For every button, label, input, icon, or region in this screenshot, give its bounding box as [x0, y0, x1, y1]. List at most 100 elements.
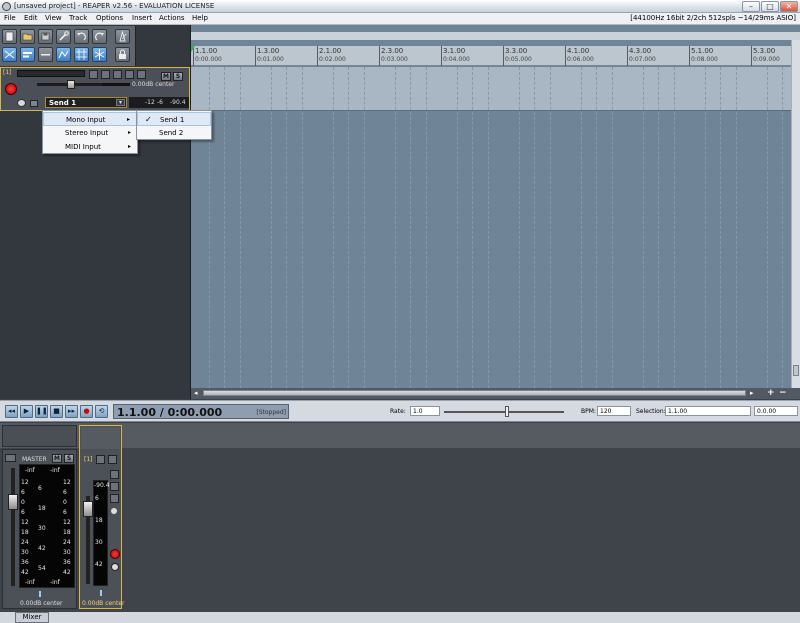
meter-mark-6: -6: [157, 99, 163, 106]
scroll-left-icon[interactable]: ◂: [194, 389, 198, 397]
menu-actions[interactable]: Actions: [159, 14, 185, 22]
track-volume-knob[interactable]: [67, 80, 75, 89]
menu-item-stereo-input[interactable]: Stereo Input ▸: [43, 126, 137, 140]
forward-button[interactable]: ▸▸: [65, 405, 78, 418]
play-button[interactable]: ▶: [20, 405, 33, 418]
track-fx-area[interactable]: [81, 427, 120, 449]
minimize-button[interactable]: –: [742, 1, 760, 12]
master-io-icon[interactable]: [5, 454, 16, 462]
track-pan-slider[interactable]: [102, 83, 130, 86]
track-name-field[interactable]: [17, 70, 85, 77]
mixer-track-fx-icon[interactable]: [110, 470, 119, 479]
mixer-monitor-icon[interactable]: [111, 563, 119, 571]
folder-icon[interactable]: [89, 70, 98, 79]
close-button[interactable]: ✕: [780, 1, 798, 12]
vertical-scrollbar[interactable]: [791, 40, 800, 388]
track-solo-button[interactable]: S: [173, 72, 183, 81]
mixer-track-pan-indicator[interactable]: [100, 590, 102, 596]
menu-view[interactable]: View: [45, 14, 62, 22]
master-mute-button[interactable]: M: [52, 454, 62, 463]
menu-item-send-2[interactable]: Send 2: [137, 126, 211, 140]
grid-line: [270, 67, 272, 388]
input-settings-icon[interactable]: [30, 100, 38, 107]
phase-icon[interactable]: [101, 70, 110, 79]
reaper-app-icon[interactable]: [2, 2, 11, 11]
menu-file[interactable]: File: [4, 14, 16, 22]
settings-wrench-icon[interactable]: [56, 29, 71, 44]
master-pan-indicator[interactable]: [39, 591, 41, 597]
save-project-icon[interactable]: [38, 29, 53, 44]
track-lane[interactable]: [191, 67, 791, 111]
menu-item-mono-input[interactable]: Mono Input ▸: [43, 112, 137, 126]
undo-icon[interactable]: [74, 29, 89, 44]
input-type-menu: Mono Input ▸ Stereo Input ▸ MIDI Input ▸: [42, 110, 138, 154]
ripple-edit-icon[interactable]: [20, 47, 35, 62]
menu-help[interactable]: Help: [192, 14, 208, 22]
horizontal-scroll-thumb[interactable]: [203, 390, 746, 396]
envelope-edit-icon[interactable]: [38, 47, 53, 62]
mixer-track-mute-button[interactable]: [96, 455, 105, 464]
track-mute-button[interactable]: M: [161, 72, 171, 81]
selection-label: Selection:: [636, 408, 666, 415]
ruler-bar-label: 2.3.00: [381, 47, 404, 55]
mixer-record-arm-button[interactable]: [110, 549, 120, 559]
maximize-button[interactable]: □: [761, 1, 779, 12]
redo-icon[interactable]: [92, 29, 107, 44]
monitor-icon[interactable]: [17, 99, 26, 107]
record-arm-button[interactable]: [5, 83, 17, 95]
master-solo-button[interactable]: S: [64, 454, 74, 463]
ruler-bar-label: 1.3.00: [257, 47, 280, 55]
envelope-icon[interactable]: [137, 70, 146, 79]
envelope-lock-icon[interactable]: [56, 47, 71, 62]
mixer-track-phase-icon[interactable]: [110, 482, 119, 491]
metronome-icon[interactable]: [115, 29, 130, 44]
menu-edit[interactable]: Edit: [24, 14, 38, 22]
rate-slider[interactable]: [444, 411, 564, 413]
repeat-button[interactable]: ⟲: [95, 405, 108, 418]
selection-start-field[interactable]: 1.1.00: [665, 406, 751, 416]
menu-insert[interactable]: Insert: [132, 14, 152, 22]
record-input-dropdown[interactable]: Send 1 ▾: [45, 97, 127, 108]
master-fader-track[interactable]: [11, 468, 15, 586]
rewind-button[interactable]: ◂◂: [5, 405, 18, 418]
track-header[interactable]: [1] M S 0.00dB center Send 1 ▾ -12 -6 -9…: [0, 67, 190, 111]
zoom-out-icon[interactable]: −: [779, 388, 787, 398]
mixer-track-io-icon[interactable]: [110, 494, 119, 503]
master-fader-knob[interactable]: [8, 494, 18, 510]
master-scale-mid-tick: 18: [38, 505, 46, 512]
snap-toggle-icon[interactable]: [92, 47, 107, 62]
vertical-scroll-thumb[interactable]: [793, 365, 799, 376]
audio-device-status[interactable]: [44100Hz 16bit 2/2ch 512spls ~14/29ms AS…: [630, 14, 796, 22]
menu-track[interactable]: Track: [69, 14, 87, 22]
open-project-icon[interactable]: [20, 29, 35, 44]
play-cursor-marker[interactable]: [191, 46, 195, 52]
menu-options[interactable]: Options: [96, 14, 123, 22]
rate-field[interactable]: 1.0: [410, 406, 440, 416]
mixer-track-fader-knob[interactable]: [83, 501, 93, 517]
menu-item-send-1[interactable]: ✓ Send 1: [137, 112, 211, 126]
chevron-down-icon[interactable]: ▾: [116, 99, 125, 106]
io-icon[interactable]: [125, 70, 134, 79]
region-bar[interactable]: [191, 32, 800, 40]
menu-item-midi-input[interactable]: MIDI Input ▸: [43, 140, 137, 154]
horizontal-scrollbar[interactable]: ◂ ▸ + −: [191, 388, 800, 399]
zoom-in-icon[interactable]: +: [767, 388, 775, 398]
rate-slider-thumb[interactable]: [505, 406, 509, 417]
record-button[interactable]: ●: [80, 405, 93, 418]
mixer-track-solo-button[interactable]: [108, 455, 117, 464]
scroll-right-icon[interactable]: ▸: [750, 389, 754, 397]
fx-icon[interactable]: [113, 70, 122, 79]
selection-end-field[interactable]: 0.0.00: [754, 406, 798, 416]
grid-snap-icon[interactable]: [74, 47, 89, 62]
pause-button[interactable]: ❚❚: [35, 405, 48, 418]
master-fx-area[interactable]: [2, 425, 77, 447]
ruler-tick: [565, 46, 566, 66]
master-scale-right-tick: 42: [63, 569, 71, 576]
new-project-icon[interactable]: [2, 29, 17, 44]
auto-crossfade-icon[interactable]: [2, 47, 17, 62]
lock-icon[interactable]: [115, 47, 130, 62]
mixer-track-pan-icon[interactable]: [111, 508, 117, 514]
mixer-tab[interactable]: Mixer: [15, 612, 49, 623]
stop-button[interactable]: ■: [50, 405, 63, 418]
bpm-field[interactable]: 120: [597, 406, 631, 416]
